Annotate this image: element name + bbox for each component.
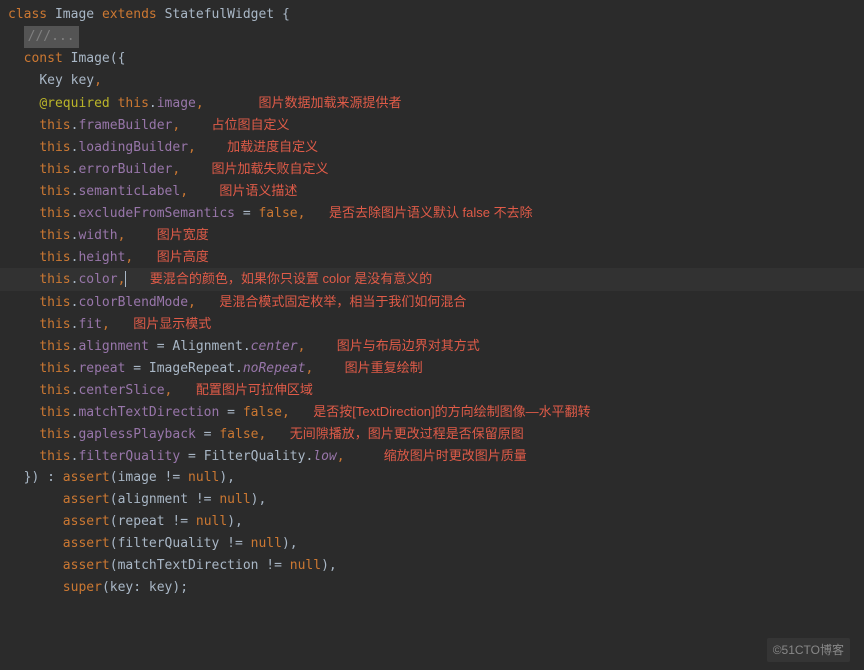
line-image: @required this.image, 图片数据加载来源提供者 (8, 92, 856, 114)
line-assert2: assert(alignment != null), (8, 489, 856, 511)
line-repeat: this.repeat = ImageRepeat.noRepeat, 图片重复… (8, 357, 856, 379)
line-assert1: }) : assert(image != null), (8, 467, 856, 489)
annotation-alignment: 图片与布局边界对其方式 (337, 338, 480, 353)
line-assert4: assert(filterQuality != null), (8, 533, 856, 555)
code-editor[interactable]: class Image extends StatefulWidget { ///… (8, 4, 856, 599)
annotation-gaplessPlayback: 无间隙播放，图片更改过程是否保留原图 (290, 426, 524, 441)
line-centerSlice: this.centerSlice, 配置图片可拉伸区域 (8, 379, 856, 401)
annotation-excludeFromSemantics: 是否去除图片语义默认 false 不去除 (329, 205, 533, 220)
annotation-width: 图片宽度 (157, 227, 209, 242)
annotation-image: 图片数据加载来源提供者 (259, 95, 402, 110)
line-assert3: assert(repeat != null), (8, 511, 856, 533)
annotation-height: 图片高度 (157, 249, 209, 264)
text-cursor (125, 271, 126, 287)
line-assert5: assert(matchTextDirection != null), (8, 555, 856, 577)
line-comment: ///... (8, 26, 856, 48)
line-filterQuality: this.filterQuality = FilterQuality.low, … (8, 445, 856, 467)
line-matchTextDirection: this.matchTextDirection = false, 是否按[Tex… (8, 401, 856, 423)
annotation-filterQuality: 缩放图片时更改图片质量 (384, 448, 527, 463)
annotation-matchTextDirection: 是否按[TextDirection]的方向绘制图像—水平翻转 (313, 404, 590, 419)
line-gaplessPlayback: this.gaplessPlayback = false, 无间隙播放，图片更改… (8, 423, 856, 445)
annotation-errorBuilder: 图片加载失败自定义 (212, 161, 329, 176)
line-key: Key key, (8, 70, 856, 92)
line-width: this.width, 图片宽度 (8, 224, 856, 246)
line-color: this.color, 要混合的颜色，如果你只设置 color 是没有意义的 (8, 272, 432, 287)
annotation-semanticLabel: 图片语义描述 (219, 183, 297, 198)
line-errorBuilder: this.errorBuilder, 图片加载失败自定义 (8, 158, 856, 180)
line-semanticLabel: this.semanticLabel, 图片语义描述 (8, 180, 856, 202)
annotation-fit: 图片显示模式 (133, 316, 211, 331)
line-alignment: this.alignment = Alignment.center, 图片与布局… (8, 335, 856, 357)
annotation-loadingBuilder: 加载进度自定义 (227, 139, 318, 154)
line-colorBlendMode: this.colorBlendMode, 是混合模式固定枚举，相当于我们如何混合 (8, 291, 856, 313)
line-height: this.height, 图片高度 (8, 246, 856, 268)
line-excludeFromSemantics: this.excludeFromSemantics = false, 是否去除图… (8, 202, 856, 224)
line-super: super(key: key); (8, 577, 856, 599)
line-frameBuilder: this.frameBuilder, 占位图自定义 (8, 114, 856, 136)
annotation-repeat: 图片重复绘制 (345, 360, 423, 375)
line-fit: this.fit, 图片显示模式 (8, 313, 856, 335)
annotation-frameBuilder: 占位图自定义 (212, 117, 290, 132)
line-const: const Image({ (8, 48, 856, 70)
annotation-centerSlice: 配置图片可拉伸区域 (196, 382, 313, 397)
line-loadingBuilder: this.loadingBuilder, 加载进度自定义 (8, 136, 856, 158)
watermark: ©51CTO博客 (767, 638, 850, 662)
annotation-color: 要混合的颜色，如果你只设置 color 是没有意义的 (150, 271, 432, 286)
line-class: class Image extends StatefulWidget { (8, 4, 856, 26)
annotation-colorBlendMode: 是混合模式固定枚举，相当于我们如何混合 (219, 294, 466, 309)
